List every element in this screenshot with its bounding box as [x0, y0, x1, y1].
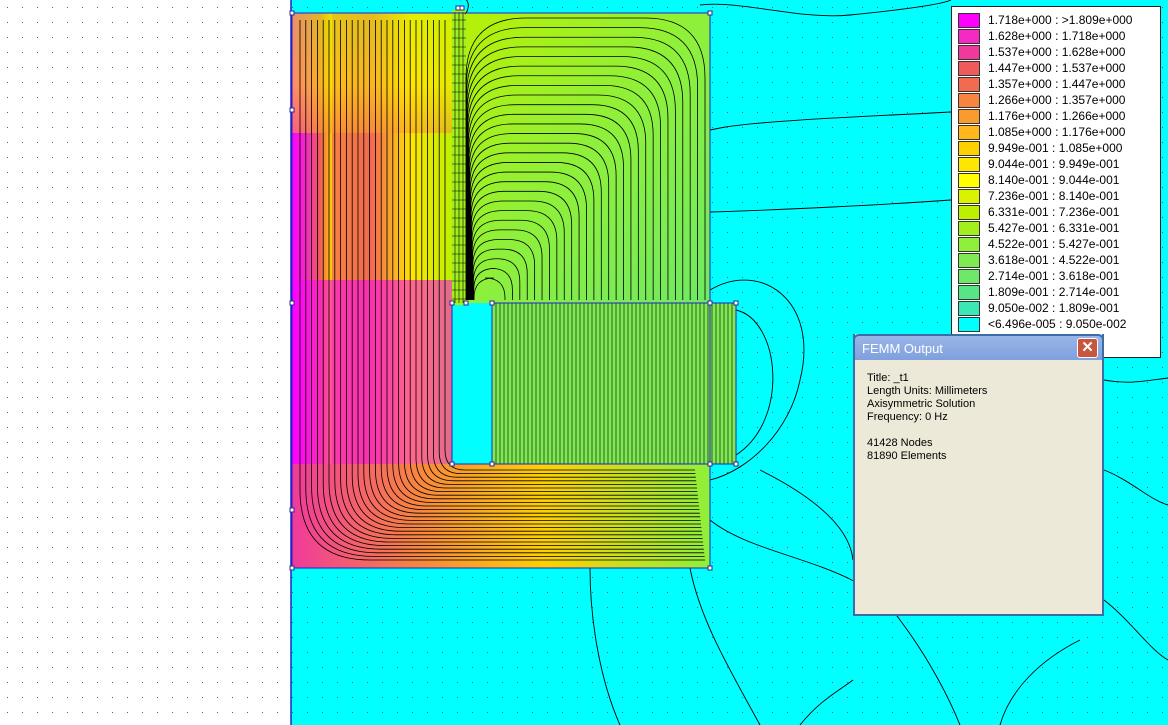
legend-row: 1.537e+000 : 1.628e+000: [956, 44, 1156, 60]
legend-label: 1.809e-001 : 2.714e-001: [988, 285, 1120, 299]
legend-swatch: [958, 221, 980, 236]
legend-swatch: [958, 253, 980, 268]
legend-row: 1.628e+000 : 1.718e+000: [956, 28, 1156, 44]
legend-swatch: [958, 141, 980, 156]
legend-swatch: [958, 109, 980, 124]
dialog-titlebar[interactable]: FEMM Output ✕: [853, 334, 1104, 360]
legend-label: 6.331e-001 : 7.236e-001: [988, 205, 1120, 219]
dialog-body: Title: _t1 Length Units: Millimeters Axi…: [867, 372, 987, 463]
nodes-line: 41428 Nodes: [867, 437, 933, 449]
legend-label: 1.537e+000 : 1.628e+000: [988, 45, 1126, 59]
legend-swatch: [958, 205, 980, 220]
legend-row: 1.176e+000 : 1.266e+000: [956, 108, 1156, 124]
legend-label: 8.140e-001 : 9.044e-001: [988, 173, 1120, 187]
legend-row: 1.718e+000 : >1.809e+000: [956, 12, 1156, 28]
legend-label: 4.522e-001 : 5.427e-001: [988, 237, 1120, 251]
legend-swatch: [958, 13, 980, 28]
legend-label: 1.718e+000 : >1.809e+000: [988, 13, 1133, 27]
legend-row: 5.427e-001 : 6.331e-001: [956, 220, 1156, 236]
legend-row: 1.447e+000 : 1.537e+000: [956, 60, 1156, 76]
legend-swatch: [958, 301, 980, 316]
legend-label: 7.236e-001 : 8.140e-001: [988, 189, 1120, 203]
legend-row: 9.044e-001 : 9.949e-001: [956, 156, 1156, 172]
solution-line: Axisymmetric Solution: [867, 398, 976, 410]
legend-label: 3.618e-001 : 4.522e-001: [988, 253, 1120, 267]
legend-label: 1.447e+000 : 1.537e+000: [988, 61, 1126, 75]
legend-swatch: [958, 237, 980, 252]
legend-swatch: [958, 45, 980, 60]
legend-row: 1.085e+000 : 1.176e+000: [956, 124, 1156, 140]
legend-swatch: [958, 157, 980, 172]
legend-row: 6.331e-001 : 7.236e-001: [956, 204, 1156, 220]
legend-row: 3.618e-001 : 4.522e-001: [956, 252, 1156, 268]
legend-swatch: [958, 61, 980, 76]
legend-label: 2.714e-001 : 3.618e-001: [988, 269, 1120, 283]
dialog-title: FEMM Output: [862, 341, 943, 356]
legend-row: 8.140e-001 : 9.044e-001: [956, 172, 1156, 188]
legend-row: 9.050e-002 : 1.809e-001: [956, 300, 1156, 316]
legend-row: 1.809e-001 : 2.714e-001: [956, 284, 1156, 300]
legend-label: 1.628e+000 : 1.718e+000: [988, 29, 1126, 43]
femm-output-dialog: FEMM Output ✕ Title: _t1 Length Units: M…: [853, 334, 1104, 616]
legend-label: 1.266e+000 : 1.357e+000: [988, 93, 1126, 107]
legend-label: 5.427e-001 : 6.331e-001: [988, 221, 1120, 235]
legend-row: 1.357e+000 : 1.447e+000: [956, 76, 1156, 92]
legend-swatch: [958, 173, 980, 188]
legend-label: 1.357e+000 : 1.447e+000: [988, 77, 1126, 91]
legend-swatch: [958, 269, 980, 284]
legend-label: 1.176e+000 : 1.266e+000: [988, 109, 1126, 123]
frequency-line: Frequency: 0 Hz: [867, 411, 948, 423]
legend-label: 9.949e-001 : 1.085e+000: [988, 141, 1123, 155]
legend-swatch: [958, 29, 980, 44]
coil-region: [492, 303, 736, 464]
legend-swatch: [958, 189, 980, 204]
legend-label: 1.085e+000 : 1.176e+000: [988, 125, 1126, 139]
air-gap-window: [452, 303, 492, 464]
units-line: Length Units: Millimeters: [867, 385, 988, 397]
legend-row: <6.496e-005 : 9.050e-002: [956, 316, 1156, 332]
legend-row: 2.714e-001 : 3.618e-001: [956, 268, 1156, 284]
legend-swatch: [958, 77, 980, 92]
legend-row: 4.522e-001 : 5.427e-001: [956, 236, 1156, 252]
color-legend: 1.718e+000 : >1.809e+000 1.628e+000 : 1.7…: [951, 6, 1161, 358]
legend-swatch: [958, 93, 980, 108]
legend-row: 1.266e+000 : 1.357e+000: [956, 92, 1156, 108]
legend-swatch: [958, 317, 980, 332]
legend-row: 7.236e-001 : 8.140e-001: [956, 188, 1156, 204]
close-button[interactable]: ✕: [1077, 338, 1098, 358]
legend-label: 9.044e-001 : 9.949e-001: [988, 157, 1120, 171]
elements-line: 81890 Elements: [867, 450, 947, 462]
title-line: Title: _t1: [867, 372, 909, 384]
legend-row: 9.949e-001 : 1.085e+000: [956, 140, 1156, 156]
legend-swatch: [958, 285, 980, 300]
legend-label: 9.050e-002 : 1.809e-001: [988, 301, 1120, 315]
legend-swatch: [958, 125, 980, 140]
legend-label: <6.496e-005 : 9.050e-002: [988, 317, 1127, 331]
